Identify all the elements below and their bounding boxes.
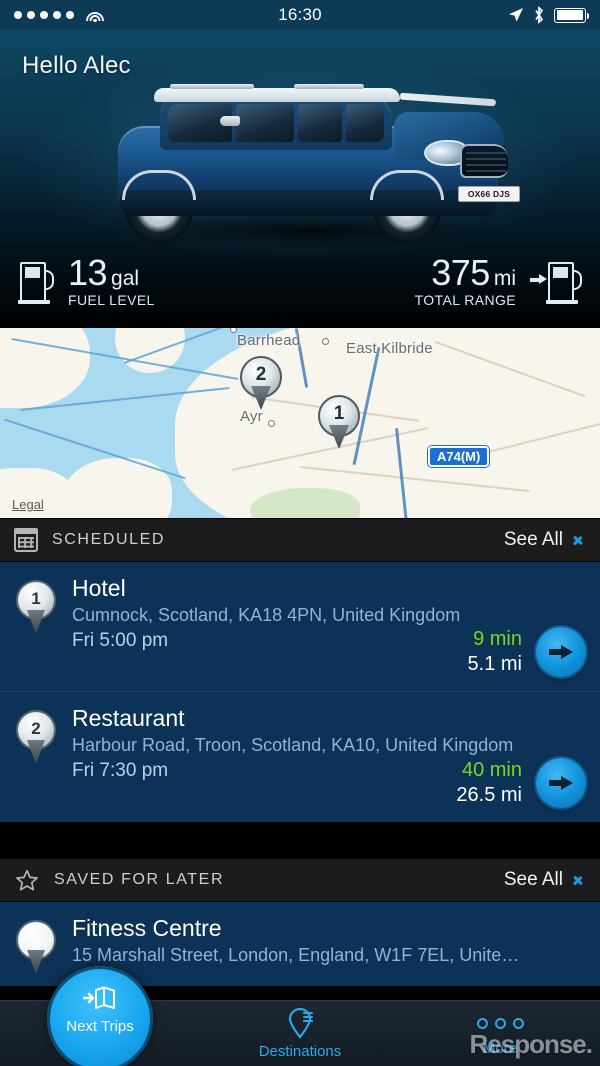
- destination-pin-icon: [288, 1007, 313, 1039]
- trip-pin-number: 2: [31, 718, 41, 738]
- range-label: TOTAL RANGE: [414, 292, 516, 309]
- trip-address: Harbour Road, Troon, Scotland, KA10, Uni…: [72, 734, 514, 755]
- map-pin-1[interactable]: 1: [318, 395, 372, 449]
- battery-full-icon: [554, 7, 590, 23]
- trip-address: Cumnock, Scotland, KA18 4PN, United King…: [72, 604, 461, 625]
- scheduled-see-all-button[interactable]: See All: [504, 529, 586, 551]
- see-all-label: See All: [503, 529, 563, 550]
- greeting-text: Hello Alec: [22, 52, 131, 79]
- location-arrow-icon: [509, 8, 523, 22]
- map-legal-link[interactable]: Legal: [12, 497, 44, 512]
- trip-distance: 26.5 mi: [456, 784, 522, 806]
- map-view[interactable]: Barrhead East Kilbride Ayr 2 1 A74(M) Le…: [0, 328, 600, 518]
- saved-see-all-button[interactable]: See All: [504, 869, 586, 891]
- trip-row[interactable]: 2 Restaurant Harbour Road, Troon, Scotla…: [0, 692, 600, 822]
- tab-label: More: [482, 1040, 518, 1057]
- trip-name: Restaurant: [72, 705, 185, 731]
- saved-address: 15 Marshall Street, London, England, W1F…: [72, 944, 520, 965]
- range-pump-icon: [546, 260, 582, 304]
- bottom-tab-bar: Next Trips Destinations More: [0, 966, 600, 1066]
- saved-name: Fitness Centre: [72, 915, 222, 941]
- trip-eta: 9 min: [473, 628, 522, 650]
- trip-pin-number: 1: [31, 588, 41, 608]
- fuel-unit: gal: [111, 266, 140, 290]
- map-pin-2[interactable]: 2: [240, 356, 294, 410]
- more-dots-icon: [476, 1010, 524, 1036]
- saved-section-header: SAVED FOR LATER See All: [0, 858, 600, 902]
- range-unit: mi: [493, 266, 516, 290]
- fuel-label: FUEL LEVEL: [68, 292, 155, 309]
- grille-icon: [460, 144, 508, 178]
- map-fold-icon: [83, 986, 115, 1009]
- vehicle-stats: 13 gal FUEL LEVEL 375 mi TOTAL RANGE: [0, 252, 600, 312]
- star-icon: [16, 869, 38, 890]
- status-bar-left: [14, 8, 104, 22]
- trip-name: Hotel: [72, 575, 126, 601]
- fuel-level-stat: 13 gal FUEL LEVEL: [0, 254, 155, 309]
- status-bar-right: [508, 6, 590, 24]
- arrow-right-icon: [549, 776, 573, 790]
- trip-navigate-button[interactable]: [536, 627, 586, 677]
- tab-destinations[interactable]: Destinations: [200, 1001, 400, 1066]
- tab-next-trips-bubble: Next Trips: [47, 966, 153, 1066]
- trip-navigate-button[interactable]: [536, 758, 586, 808]
- trip-eta: 40 min: [461, 759, 522, 781]
- map-pin-number: 2: [255, 364, 267, 385]
- arrow-into-pump-icon: [530, 274, 547, 285]
- wifi-icon: [85, 8, 104, 22]
- motorway-shield: A74(M): [428, 446, 490, 467]
- see-all-label: See All: [503, 869, 563, 890]
- fuel-value: 13: [68, 251, 108, 293]
- map-city-dot: [322, 338, 329, 345]
- map-city-dot: [268, 420, 275, 427]
- map-pin-number: 1: [333, 403, 345, 424]
- map-label-east-kilbride: East Kilbride: [346, 340, 433, 357]
- chevron-right-icon: [573, 531, 586, 549]
- map-label-barrhead: Barrhead: [237, 332, 301, 349]
- section-spacer: [0, 822, 600, 858]
- tab-more[interactable]: More: [400, 1001, 600, 1066]
- arrow-right-icon: [549, 645, 573, 659]
- license-plate: OX66 DJS: [458, 186, 520, 202]
- scheduled-trip-list: 1 Hotel Cumnock, Scotland, KA18 4PN, Uni…: [0, 562, 600, 822]
- signal-strength-icon: [14, 11, 74, 19]
- bluetooth-icon: [535, 6, 544, 24]
- last-updated-text: Last Updated: 14/10/2016, 12:50: [0, 326, 600, 328]
- vehicle-hero-panel: Hello Alec OX66 DJS 13 gal FUEL LEVEL 37…: [0, 30, 600, 328]
- tab-label: Destinations: [258, 1043, 342, 1060]
- app-root: 16:30 Hello Alec OX66 DJS 13 gal FUEL LE…: [0, 0, 600, 1066]
- saved-pin-icon: [14, 920, 58, 976]
- saved-title: SAVED FOR LATER: [54, 871, 225, 888]
- total-range-stat: 375 mi TOTAL RANGE: [414, 254, 600, 309]
- tab-label: Next Trips: [66, 1018, 134, 1035]
- trip-pin-icon: 2: [14, 710, 58, 766]
- trip-pin-icon: 1: [14, 580, 58, 636]
- trip-row[interactable]: 1 Hotel Cumnock, Scotland, KA18 4PN, Uni…: [0, 562, 600, 692]
- map-city-dot: [230, 328, 237, 333]
- map-label-ayr: Ayr: [240, 408, 263, 425]
- tab-next-trips[interactable]: Next Trips: [0, 966, 200, 1066]
- scheduled-title: SCHEDULED: [52, 531, 166, 548]
- trip-distance: 5.1 mi: [467, 653, 522, 675]
- scheduled-section-header: SCHEDULED See All: [0, 518, 600, 562]
- vehicle-image: OX66 DJS: [108, 82, 520, 252]
- range-value: 375: [431, 251, 490, 293]
- calendar-icon: [14, 528, 38, 552]
- status-bar: 16:30: [0, 0, 600, 30]
- chevron-right-icon: [573, 871, 586, 889]
- fuel-pump-icon: [18, 260, 54, 304]
